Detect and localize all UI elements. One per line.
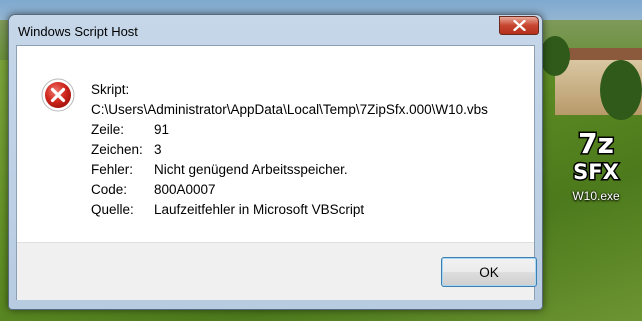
script-label: Skript:	[91, 82, 130, 97]
sfx-logo-top: 7z	[578, 128, 614, 160]
close-button[interactable]	[499, 16, 539, 35]
wallpaper-tree	[600, 60, 642, 120]
script-path: C:\Users\Administrator\AppData\Local\Tem…	[91, 102, 488, 117]
detail-value: 91	[154, 122, 170, 137]
detail-row-source: Quelle: Laufzeitfehler in Microsoft VBSc…	[91, 200, 488, 220]
close-icon	[513, 20, 526, 31]
detail-row-code: Code: 800A0007	[91, 180, 488, 200]
desktop-icon-w10-exe[interactable]: 7z SFX W10.exe	[558, 128, 634, 208]
ok-button[interactable]: OK	[441, 257, 537, 287]
sfx-logo-bottom: SFX	[573, 160, 619, 184]
error-icon	[41, 78, 75, 112]
sfx-archive-icon: 7z SFX	[572, 128, 621, 184]
detail-label: Code:	[91, 182, 128, 197]
detail-value: 800A0007	[154, 182, 216, 197]
detail-row-error: Fehler: Nicht genügend Arbeitsspeicher.	[91, 160, 488, 180]
detail-value: Nicht genügend Arbeitsspeicher.	[154, 162, 348, 177]
desktop-icon-label: W10.exe	[572, 189, 620, 203]
detail-row-line: Zeile: 91	[91, 120, 488, 140]
detail-row-char: Zeichen: 3	[91, 140, 488, 160]
detail-label: Quelle:	[91, 202, 134, 217]
script-path-row: C:\Users\Administrator\AppData\Local\Tem…	[91, 100, 488, 120]
detail-label: Fehler:	[91, 162, 134, 177]
script-label-row: Skript:	[91, 80, 488, 100]
dialog-title: Windows Script Host	[18, 24, 138, 39]
detail-label: Zeile:	[91, 122, 125, 137]
dialog-titlebar[interactable]: Windows Script Host	[9, 15, 542, 45]
detail-label: Zeichen:	[91, 142, 143, 157]
detail-value: 3	[154, 142, 162, 157]
error-dialog: Windows Script Host Skript: C:\Users\Adm…	[8, 14, 543, 310]
wallpaper-tree	[540, 36, 570, 76]
detail-value: Laufzeitfehler in Microsoft VBScript	[154, 202, 365, 217]
error-message: Skript: C:\Users\Administrator\AppData\L…	[91, 80, 488, 220]
dialog-client-area: Skript: C:\Users\Administrator\AppData\L…	[16, 45, 537, 300]
